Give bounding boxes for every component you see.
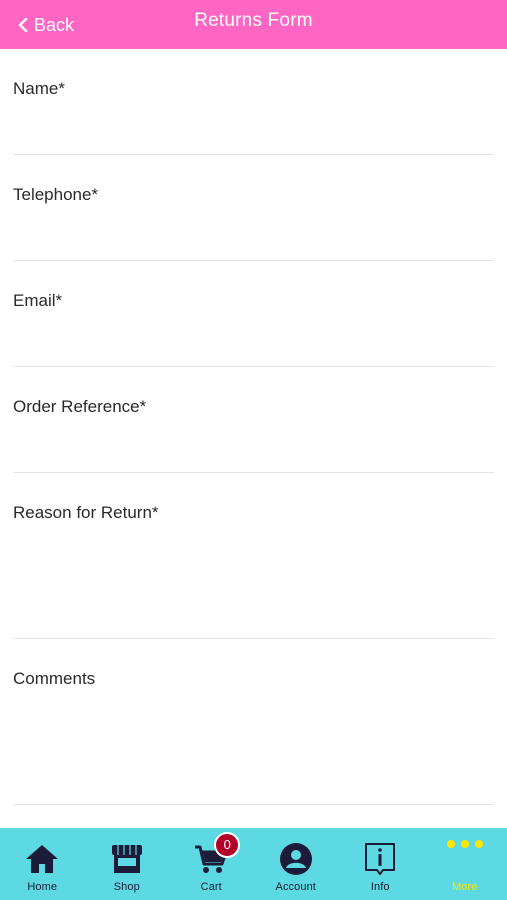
email-field: Email* [13,261,494,367]
tab-cart-label: Cart [200,881,222,893]
tab-home-label: Home [27,881,58,893]
comments-label: Comments [13,669,96,688]
more-icon [446,840,483,848]
order-reference-field: Order Reference* [13,367,494,473]
name-label: Name* [13,79,65,98]
telephone-label: Telephone* [13,185,99,204]
tab-info-label: Info [370,881,390,893]
account-icon [277,842,315,876]
name-field: Name* [13,49,494,155]
reason-label: Reason for Return* [13,503,159,522]
order-reference-input[interactable] [13,427,494,472]
page-title: Returns Form [194,10,313,31]
tab-shop[interactable]: Shop [87,828,167,900]
email-label: Email* [13,291,63,310]
tab-info[interactable]: Info [340,828,420,900]
email-input[interactable] [13,321,494,366]
tab-shop-label: Shop [113,881,140,893]
tab-home[interactable]: Home [2,828,82,900]
tab-cart[interactable]: 0 Cart [171,828,251,900]
shop-icon [108,842,146,876]
order-reference-label: Order Reference* [13,397,147,416]
tab-more-label: More [452,881,478,893]
comments-textarea[interactable] [13,699,494,804]
tab-account[interactable]: Account [256,828,336,900]
cart-count-badge: 0 [214,832,241,858]
home-icon [23,842,61,876]
tab-more[interactable]: More [425,828,505,900]
tab-account-label: Account [275,881,316,893]
reason-textarea[interactable] [13,533,494,638]
info-icon [361,842,399,876]
telephone-field: Telephone* [13,155,494,261]
returns-form: Name* Telephone* Email* Order Reference*… [13,49,494,805]
telephone-input[interactable] [13,215,494,260]
reason-field: Reason for Return* [13,473,494,639]
bottom-tab-bar: Home Shop 0 Cart Account Info More [0,828,507,900]
app-header: Back Returns Form [0,0,507,49]
name-input[interactable] [13,109,494,154]
comments-field: Comments [13,639,494,805]
